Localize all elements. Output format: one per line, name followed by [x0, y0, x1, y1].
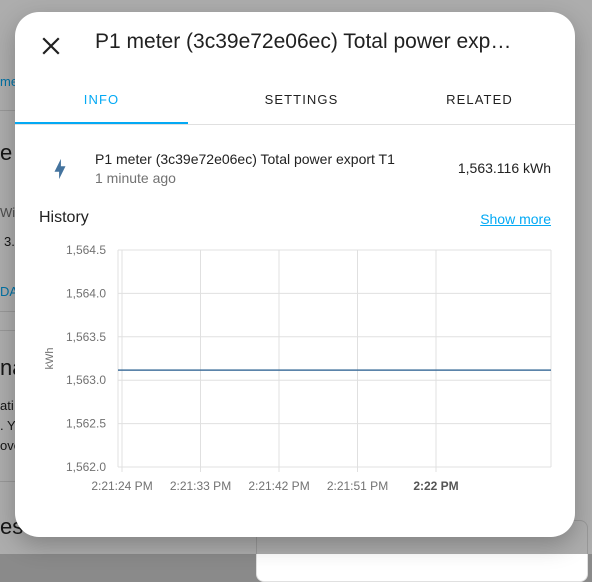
dialog-tabs: INFO SETTINGS RELATED — [15, 76, 575, 125]
y-tick-label: 1,562.0 — [66, 460, 106, 474]
y-tick-label: 1,564.5 — [66, 243, 106, 257]
history-heading: History — [39, 209, 89, 226]
close-icon — [42, 37, 60, 55]
tab-related[interactable]: RELATED — [393, 76, 566, 123]
x-tick-label: 2:21:24 PM — [91, 479, 152, 493]
entity-state-value: 1,563.116 kWh — [457, 160, 551, 176]
active-tab-indicator — [15, 122, 188, 124]
entity-state-row: P1 meter (3c39e72e06ec) Total power expo… — [15, 138, 575, 198]
history-chart[interactable]: 1,564.5 1,564.0 1,563.5 1,563.0 1,562.5 1,562… — [15, 238, 575, 508]
y-tick-label: 1,563.5 — [66, 330, 106, 344]
x-tick-label: 2:21:51 PM — [327, 479, 388, 493]
show-more-link[interactable]: Show more — [480, 211, 551, 227]
x-tick-label: 2:22 PM — [413, 479, 458, 493]
last-changed: 1 minute ago — [95, 170, 176, 186]
tab-related-label: RELATED — [446, 92, 513, 107]
tab-settings-label: SETTINGS — [264, 92, 339, 107]
y-tick-label: 1,562.5 — [66, 417, 106, 431]
tab-info-label: INFO — [83, 92, 120, 107]
dialog-title: P1 meter (3c39e72e06ec) Total power exp… — [95, 30, 512, 53]
more-info-dialog: P1 meter (3c39e72e06ec) Total power exp…… — [15, 12, 575, 537]
tab-settings[interactable]: SETTINGS — [215, 76, 388, 123]
y-axis-label: kWh — [44, 348, 56, 370]
entity-name: P1 meter (3c39e72e06ec) Total power expo… — [95, 151, 395, 167]
y-tick-label: 1,563.0 — [66, 373, 106, 387]
lightning-bolt-icon — [54, 158, 66, 180]
y-tick-label: 1,564.0 — [66, 286, 106, 300]
close-button[interactable] — [33, 28, 69, 64]
x-tick-label: 2:21:33 PM — [170, 479, 231, 493]
tab-info[interactable]: INFO — [15, 76, 188, 124]
x-tick-label: 2:21:42 PM — [248, 479, 309, 493]
dialog-header: P1 meter (3c39e72e06ec) Total power exp… — [15, 12, 575, 76]
